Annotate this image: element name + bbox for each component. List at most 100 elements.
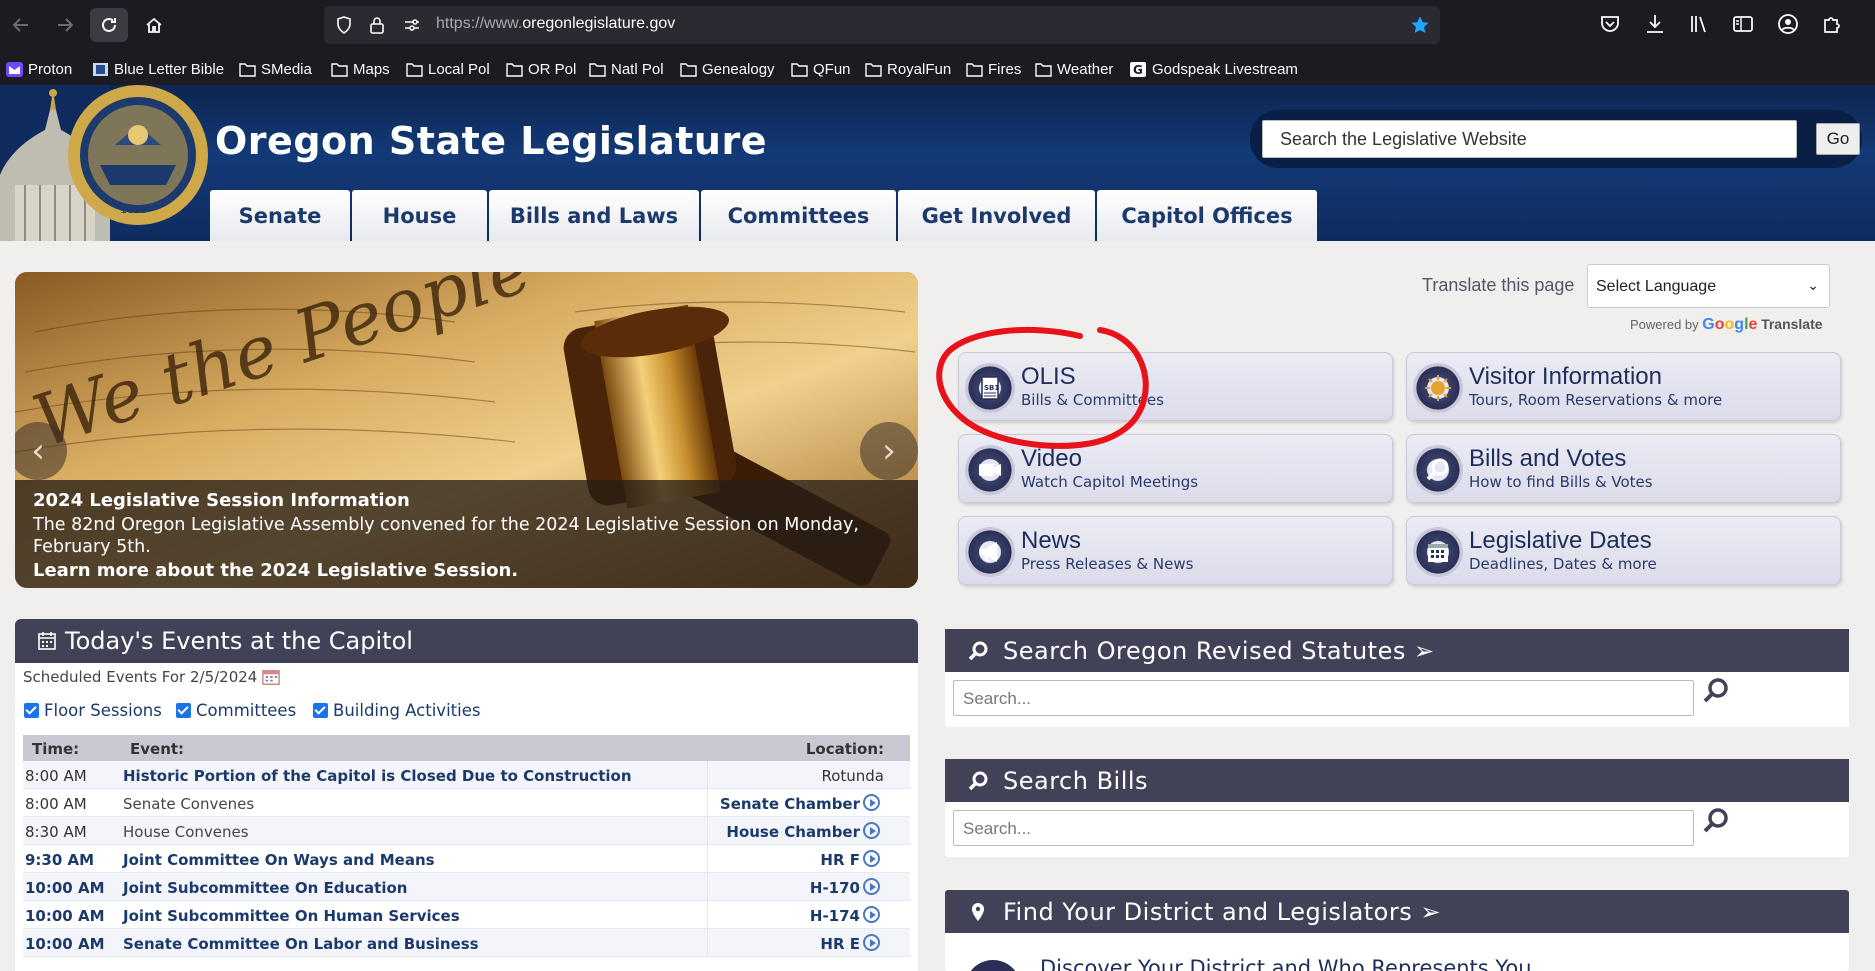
library-icon[interactable]: [1687, 12, 1711, 36]
event-row[interactable]: 10:00 AM Senate Committee On Labor and Bu…: [23, 929, 910, 957]
event-name[interactable]: Senate Committee On Labor and Business: [123, 935, 479, 953]
lock-icon[interactable]: [367, 15, 387, 35]
search-icon[interactable]: [1701, 807, 1731, 837]
folder-icon: [239, 62, 261, 77]
event-row[interactable]: 8:00 AM Senate Convenes Senate Chamber: [23, 789, 910, 817]
event-location: Senate Chamber: [719, 795, 860, 813]
event-name[interactable]: Joint Subcommittee On Human Services: [123, 907, 460, 925]
column-divider: [707, 761, 708, 788]
event-name[interactable]: Historic Portion of the Capitol is Close…: [123, 767, 632, 785]
event-name[interactable]: Joint Subcommittee On Education: [123, 879, 407, 897]
tab-house[interactable]: House: [352, 190, 487, 241]
bookmark-item[interactable]: Maps: [331, 58, 390, 80]
bookmark-item[interactable]: Genealogy: [680, 58, 775, 80]
go-button[interactable]: Go: [1816, 123, 1860, 155]
back-icon[interactable]: [2, 8, 40, 42]
district-panel-header[interactable]: Find Your District and Legislators ➢: [945, 890, 1849, 933]
event-name[interactable]: Joint Committee On Ways and Means: [123, 851, 435, 869]
play-video-icon[interactable]: [863, 794, 880, 811]
tile-video[interactable]: Video Watch Capitol Meetings: [958, 434, 1393, 503]
search-icon[interactable]: [1701, 677, 1731, 707]
ors-search-input[interactable]: Search...: [953, 680, 1694, 716]
powered-by-google[interactable]: Powered by Google Translate: [1630, 316, 1823, 334]
megaphone-icon: [965, 527, 1015, 577]
home-icon[interactable]: [135, 8, 173, 42]
forward-icon[interactable]: [46, 8, 84, 42]
event-row[interactable]: 10:00 AM Joint Subcommittee On Human Serv…: [23, 901, 910, 929]
filter-committees[interactable]: Committees: [176, 701, 296, 720]
events-header: Today's Events at the Capitol: [15, 619, 918, 663]
bookmark-star-icon[interactable]: [1410, 15, 1430, 35]
event-time: 10:00 AM: [25, 907, 105, 925]
bookmark-item[interactable]: G Godspeak Livestream: [1130, 58, 1298, 80]
url-text[interactable]: https://www.oregonlegislature.gov: [436, 15, 675, 33]
bookmark-item[interactable]: RoyalFun: [865, 58, 951, 80]
filter-floor-sessions[interactable]: Floor Sessions: [24, 701, 162, 720]
filter-building-activities[interactable]: Building Activities: [313, 701, 480, 720]
event-row[interactable]: 8:30 AM House Convenes House Chamber: [23, 817, 910, 845]
address-bar[interactable]: https://www.oregonlegislature.gov: [324, 6, 1440, 44]
reload-icon[interactable]: [90, 8, 128, 42]
map-pin-icon: [972, 902, 984, 921]
calendar-icon: [1413, 527, 1463, 577]
tab-get-involved[interactable]: Get Involved: [898, 190, 1095, 241]
bills-search-input[interactable]: Search...: [953, 810, 1694, 846]
carousel-learn-more-link[interactable]: Learn more about the 2024 Legislative Se…: [33, 560, 900, 581]
bookmark-item[interactable]: QFun: [791, 58, 851, 80]
account-icon[interactable]: [1776, 12, 1800, 36]
blb-icon: [92, 62, 114, 77]
site-search-input[interactable]: Search the Legislative Website: [1262, 120, 1797, 158]
bookmark-item[interactable]: Natl Pol: [589, 58, 664, 80]
tile-bills-and-votes[interactable]: Bills and Votes How to find Bills & Vote…: [1406, 434, 1841, 503]
shield-icon[interactable]: [334, 15, 354, 35]
bookmark-item[interactable]: Local Pol: [406, 58, 490, 80]
news-carousel[interactable]: We the People ‹ › 2024 Legislative Sessi…: [15, 272, 918, 588]
tab-capitol-offices[interactable]: Capitol Offices: [1097, 190, 1317, 241]
permissions-icon[interactable]: [402, 15, 422, 35]
tab-senate[interactable]: Senate: [210, 190, 350, 241]
event-time: 9:30 AM: [25, 851, 95, 869]
district-subtitle[interactable]: Discover Your District and Who Represent…: [1040, 956, 1532, 971]
tab-committees[interactable]: Committees: [701, 190, 896, 241]
tile-subtitle: Deadlines, Dates & more: [1469, 555, 1657, 573]
tile-subtitle: Press Releases & News: [1021, 555, 1194, 573]
checkbox-checked-icon[interactable]: [176, 703, 191, 718]
event-row[interactable]: 9:30 AM Joint Committee On Ways and Means…: [23, 845, 910, 873]
play-video-icon[interactable]: [863, 822, 880, 839]
play-video-icon[interactable]: [863, 850, 880, 867]
checkbox-checked-icon[interactable]: [24, 703, 39, 718]
play-video-icon[interactable]: [863, 934, 880, 951]
pocket-icon[interactable]: [1598, 12, 1622, 36]
downloads-icon[interactable]: [1643, 12, 1667, 36]
ors-panel-header[interactable]: Search Oregon Revised Statutes ➢: [945, 629, 1849, 672]
bookmark-item[interactable]: OR Pol: [506, 58, 576, 80]
oregon-seal-logo: 1859: [68, 85, 208, 225]
chevron-down-icon: ⌄: [1807, 277, 1819, 293]
tile-legislative-dates[interactable]: Legislative Dates Deadlines, Dates & mor…: [1406, 516, 1841, 585]
sun-icon: [1413, 363, 1463, 413]
event-time: 8:30 AM: [25, 823, 87, 841]
language-select[interactable]: Select Language ⌄: [1587, 264, 1830, 308]
carousel-next-button[interactable]: ›: [860, 422, 918, 480]
bookmark-item[interactable]: Proton: [6, 58, 72, 80]
event-time: 10:00 AM: [25, 935, 105, 953]
bookmark-label: Genealogy: [702, 60, 775, 78]
site-title[interactable]: Oregon State Legislature: [215, 119, 767, 163]
tile-visitor-information[interactable]: Visitor Information Tours, Room Reservat…: [1406, 352, 1841, 421]
extensions-icon[interactable]: [1820, 12, 1844, 36]
date-picker-icon[interactable]: [261, 668, 281, 686]
bookmark-item[interactable]: SMedia: [239, 58, 312, 80]
bookmark-item[interactable]: Fires: [966, 58, 1021, 80]
tab-bills-and-laws[interactable]: Bills and Laws: [489, 190, 699, 241]
play-video-icon[interactable]: [863, 906, 880, 923]
checkbox-checked-icon[interactable]: [313, 703, 328, 718]
sidebar-icon[interactable]: [1731, 12, 1755, 36]
bookmark-item[interactable]: Weather: [1035, 58, 1113, 80]
tile-news[interactable]: News Press Releases & News: [958, 516, 1393, 585]
event-row[interactable]: 10:00 AM Joint Subcommittee On Education H…: [23, 873, 910, 901]
bookmark-item[interactable]: Blue Letter Bible: [92, 58, 224, 80]
event-row[interactable]: 8:00 AM Historic Portion of the Capitol i…: [23, 761, 910, 789]
column-divider: [707, 929, 708, 956]
play-video-icon[interactable]: [863, 878, 880, 895]
tile-olis[interactable]: SB1 OLIS Bills & Committees: [958, 352, 1393, 421]
